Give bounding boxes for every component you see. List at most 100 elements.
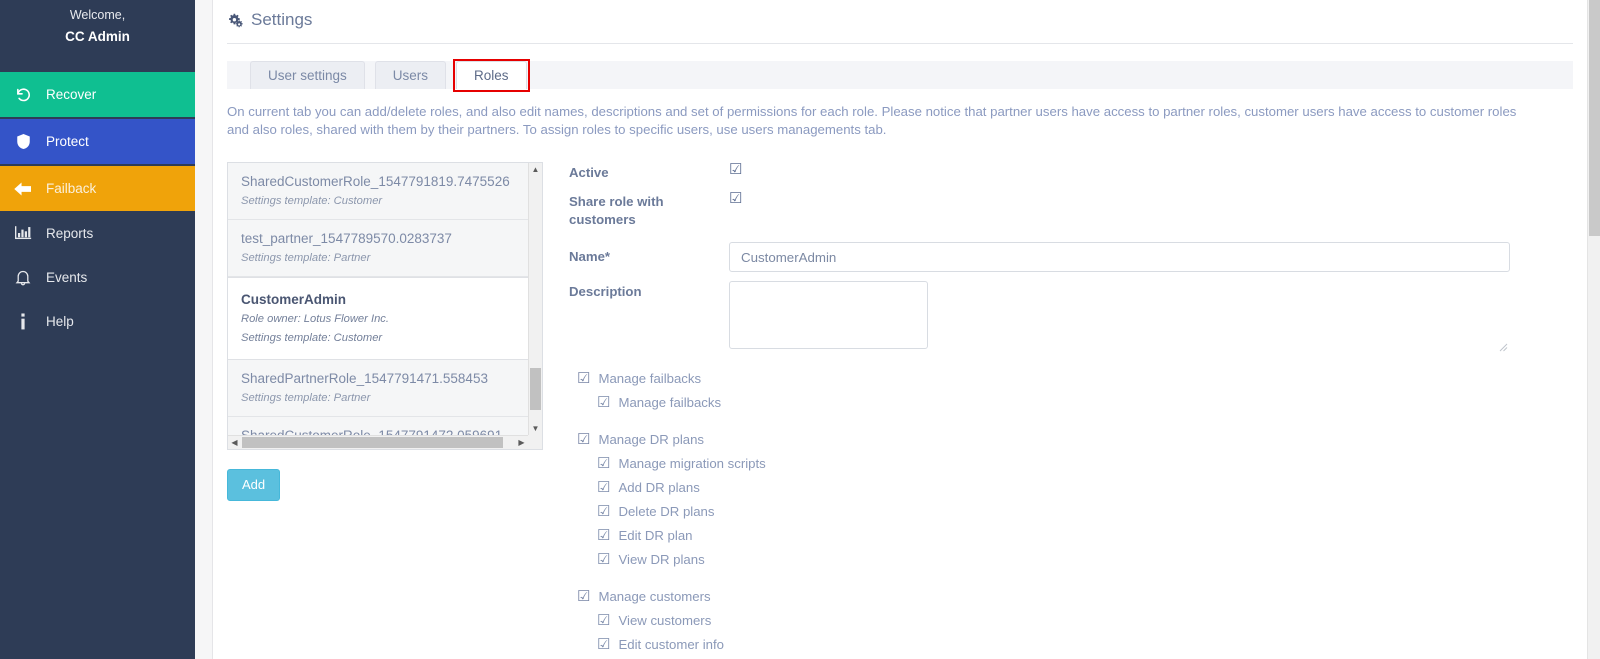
tab-label: Users bbox=[392, 68, 429, 83]
roles-list-horizontal-scrollbar[interactable]: ◀ ▶ bbox=[228, 435, 528, 449]
role-owner: Role owner: Lotus Flower Inc. bbox=[241, 313, 389, 325]
permission-child-row[interactable]: ☑ Add DR plans bbox=[569, 475, 1587, 499]
undo-icon bbox=[8, 86, 38, 103]
permission-checkbox[interactable]: ☑ bbox=[577, 589, 590, 604]
role-template: Settings template: Customer bbox=[241, 195, 383, 207]
permission-parent-row[interactable]: ☑ Manage customers bbox=[569, 584, 1587, 608]
name-label: Name* bbox=[569, 249, 611, 264]
permission-child-row[interactable]: ☑ Edit customer info bbox=[569, 632, 1587, 656]
permission-checkbox[interactable]: ☑ bbox=[597, 456, 610, 471]
permission-checkbox[interactable]: ☑ bbox=[597, 528, 610, 543]
bar-chart-icon bbox=[8, 225, 38, 241]
description-textarea[interactable] bbox=[729, 281, 928, 349]
shield-icon bbox=[8, 133, 38, 150]
permission-checkbox[interactable]: ☑ bbox=[597, 637, 610, 652]
roles-list-vertical-scrollbar[interactable]: ▲ ▼ bbox=[528, 163, 542, 435]
permission-child-row[interactable]: ☑ Manage migration scripts bbox=[569, 451, 1587, 475]
sidebar-item-reports[interactable]: Reports bbox=[0, 211, 195, 255]
vertical-scroll-thumb[interactable] bbox=[530, 368, 541, 410]
sidebar-item-help[interactable]: Help bbox=[0, 299, 195, 343]
scroll-up-arrow-icon[interactable]: ▲ bbox=[529, 163, 542, 176]
active-checkbox[interactable]: ☑ bbox=[729, 162, 742, 177]
description-label: Description bbox=[569, 284, 642, 299]
tab-users[interactable]: Users bbox=[374, 61, 447, 89]
role-name: SharedCustomerRole_1547791819.7475526 bbox=[241, 174, 510, 189]
main-area: Settings User settings Users Roles On cu… bbox=[195, 0, 1600, 659]
share-role-label: Share role with customers bbox=[569, 194, 664, 227]
permission-child-row[interactable]: ☑ View DR plans bbox=[569, 547, 1587, 571]
active-label: Active bbox=[569, 165, 609, 180]
scroll-right-arrow-icon[interactable]: ▶ bbox=[515, 436, 528, 449]
permission-label: Delete DR plans bbox=[618, 503, 715, 519]
scroll-down-arrow-icon[interactable]: ▼ bbox=[529, 422, 542, 435]
permission-parent-row[interactable]: ☑ Manage DR plans bbox=[569, 427, 1587, 451]
permission-checkbox[interactable]: ☑ bbox=[597, 613, 610, 628]
scroll-left-arrow-icon[interactable]: ◀ bbox=[228, 436, 241, 449]
role-template: Settings template: Customer bbox=[241, 332, 383, 344]
permission-group: ☑ Manage failbacks ☑ Manage failbacks bbox=[569, 366, 1587, 414]
tab-label: Roles bbox=[474, 68, 509, 83]
active-row: Active ☑ bbox=[569, 162, 1587, 182]
cogs-icon bbox=[227, 12, 244, 29]
permission-checkbox[interactable]: ☑ bbox=[597, 552, 610, 567]
list-item[interactable]: SharedCustomerRole_1547791472.059691 bbox=[228, 417, 528, 435]
list-item-selected[interactable]: CustomerAdmin Role owner: Lotus Flower I… bbox=[228, 277, 528, 360]
role-name: SharedPartnerRole_1547791471.558453 bbox=[241, 371, 488, 386]
list-item[interactable]: SharedPartnerRole_1547791471.558453 Sett… bbox=[228, 360, 528, 417]
roles-list-scroll-viewport[interactable]: SharedCustomerRole_1547791819.7475526 Se… bbox=[228, 163, 528, 435]
list-item[interactable]: SharedCustomerRole_1547791819.7475526 Se… bbox=[228, 163, 528, 220]
tab-user-settings[interactable]: User settings bbox=[250, 61, 365, 89]
page-scroll-thumb[interactable] bbox=[1589, 0, 1600, 236]
role-template: Settings template: Partner bbox=[241, 392, 371, 404]
content-left-gutter bbox=[195, 0, 213, 659]
roles-body: SharedCustomerRole_1547791819.7475526 Se… bbox=[213, 162, 1587, 659]
bell-icon bbox=[8, 269, 38, 286]
sidebar-item-label: Reports bbox=[46, 225, 94, 241]
resize-grip-icon[interactable] bbox=[1498, 340, 1508, 352]
page-vertical-scrollbar[interactable] bbox=[1587, 0, 1600, 659]
permission-checkbox[interactable]: ☑ bbox=[597, 504, 610, 519]
permission-checkbox[interactable]: ☑ bbox=[597, 480, 610, 495]
current-user-name: CC Admin bbox=[65, 29, 130, 44]
role-template: Settings template: Partner bbox=[241, 252, 371, 264]
scrollbar-corner bbox=[528, 435, 542, 449]
permission-label: Add DR plans bbox=[618, 479, 700, 495]
share-role-checkbox[interactable]: ☑ bbox=[729, 191, 742, 206]
permissions-tree: ☑ Manage failbacks ☑ Manage failbacks ☑ bbox=[569, 366, 1587, 656]
permission-parent-row[interactable]: ☑ Manage failbacks bbox=[569, 366, 1587, 390]
sidebar-item-events[interactable]: Events bbox=[0, 255, 195, 299]
permission-child-row[interactable]: ☑ Delete DR plans bbox=[569, 499, 1587, 523]
name-input[interactable] bbox=[729, 242, 1510, 272]
horizontal-scroll-thumb[interactable] bbox=[242, 437, 503, 448]
intro-text: On current tab you can add/delete roles,… bbox=[227, 104, 1517, 137]
permission-label: View customers bbox=[618, 612, 712, 628]
permission-label: Manage failbacks bbox=[598, 370, 702, 386]
permission-checkbox[interactable]: ☑ bbox=[577, 432, 590, 447]
description-wrapper bbox=[729, 281, 1510, 352]
permission-child-row[interactable]: ☑ View customers bbox=[569, 608, 1587, 632]
list-item[interactable]: test_partner_1547789570.0283737 Settings… bbox=[228, 220, 528, 277]
permission-label: Manage customers bbox=[598, 588, 711, 604]
sidebar-item-label: Events bbox=[46, 269, 88, 285]
sidebar-item-label: Protect bbox=[46, 134, 89, 149]
tab-label: User settings bbox=[268, 68, 347, 83]
role-name: SharedCustomerRole_1547791472.059691 bbox=[241, 427, 515, 435]
permission-child-row[interactable]: ☑ Edit DR plan bbox=[569, 523, 1587, 547]
permission-child-row[interactable]: ☑ Manage failbacks bbox=[569, 390, 1587, 414]
sidebar-item-label: Help bbox=[46, 313, 74, 329]
permission-label: View DR plans bbox=[618, 551, 705, 567]
permission-checkbox[interactable]: ☑ bbox=[597, 395, 610, 410]
role-form: Active ☑ Share role with customers ☑ Nam… bbox=[557, 162, 1587, 659]
permission-checkbox[interactable]: ☑ bbox=[577, 371, 590, 386]
page-title: Settings bbox=[213, 0, 1587, 30]
permission-label: Edit customer info bbox=[618, 636, 724, 652]
tab-roles[interactable]: Roles bbox=[453, 59, 530, 92]
tab-bar: User settings Users Roles bbox=[227, 59, 1573, 92]
sidebar-item-failback[interactable]: Failback bbox=[0, 166, 195, 211]
sidebar-item-protect[interactable]: Protect bbox=[0, 119, 195, 164]
description-row: Description bbox=[569, 281, 1587, 352]
add-role-button[interactable]: Add bbox=[227, 469, 281, 501]
sidebar-item-label: Recover bbox=[46, 87, 97, 102]
sidebar-item-recover[interactable]: Recover bbox=[0, 72, 195, 117]
content: Settings User settings Users Roles On cu… bbox=[213, 0, 1587, 659]
